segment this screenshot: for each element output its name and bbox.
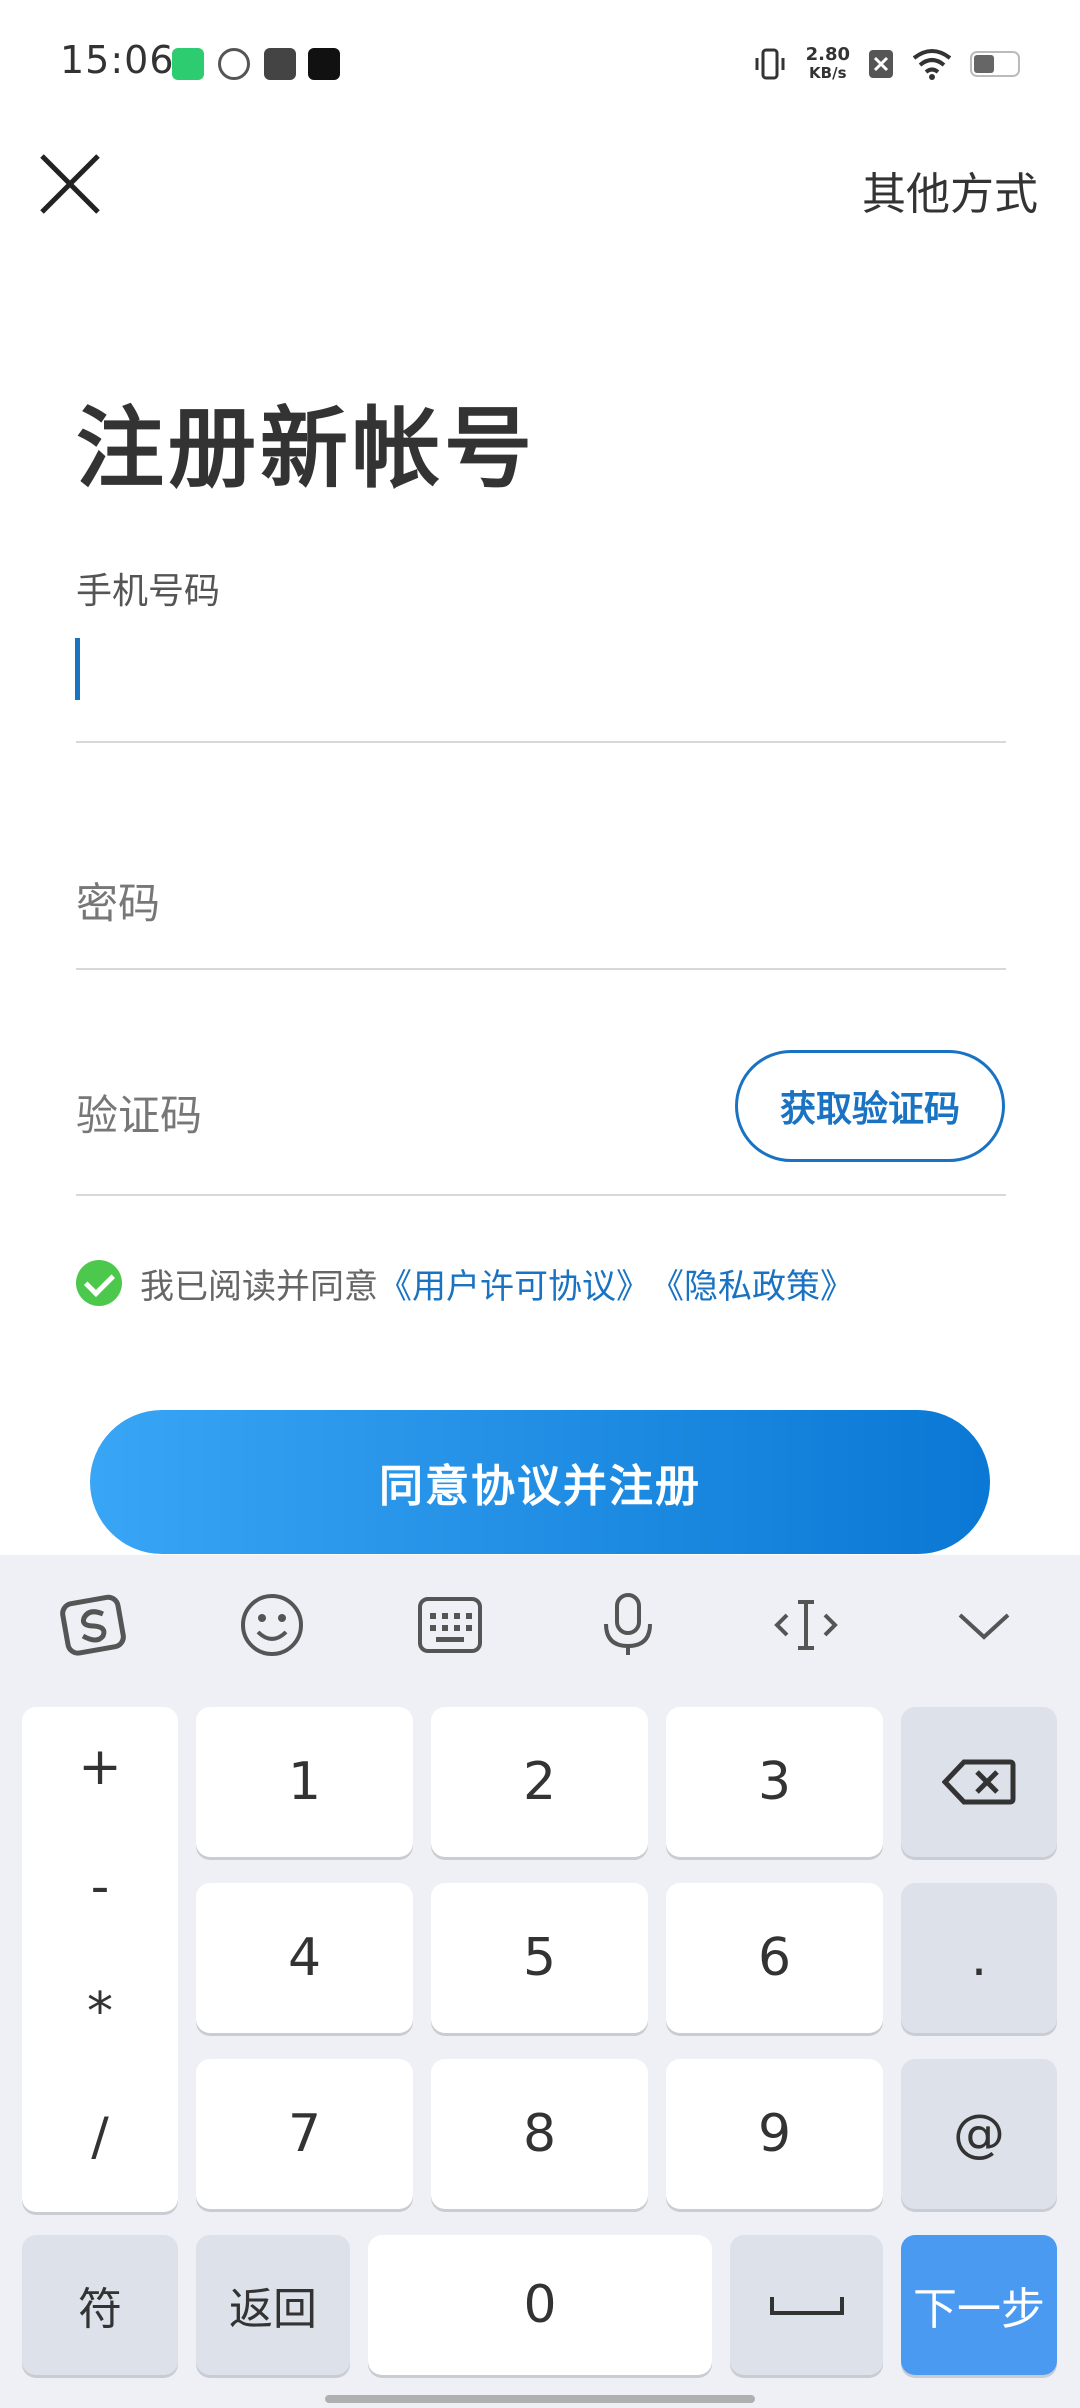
app-notification-icon-4 [308, 48, 340, 80]
sogou-logo-icon[interactable] [58, 1589, 130, 1661]
symbol-column[interactable]: + - * / [22, 1707, 178, 2212]
emoji-icon[interactable] [236, 1589, 308, 1661]
home-indicator[interactable] [325, 2395, 755, 2403]
keyboard-toolbar [0, 1555, 1080, 1695]
back-key[interactable]: 返回 [196, 2235, 350, 2375]
space-key[interactable] [730, 2235, 883, 2375]
register-button[interactable]: 同意协议并注册 [90, 1410, 990, 1554]
keyboard-icon[interactable] [414, 1589, 486, 1661]
key-0[interactable]: 0 [368, 2235, 712, 2375]
no-sim-icon [869, 50, 893, 78]
close-icon[interactable] [38, 152, 102, 216]
key-3[interactable]: 3 [666, 1707, 883, 1857]
phone-field-label: 手机号码 [76, 571, 221, 612]
key-4[interactable]: 4 [196, 1883, 413, 2033]
code-divider [76, 1194, 1006, 1196]
agreement-prefix: 我已阅读并同意 [140, 1266, 378, 1307]
text-caret [75, 638, 80, 700]
microphone-icon[interactable] [592, 1589, 664, 1661]
status-time: 15:06 [60, 38, 175, 82]
key-7[interactable]: 7 [196, 2059, 413, 2209]
collapse-keyboard-icon[interactable] [948, 1589, 1020, 1661]
app-notification-icon-2 [218, 48, 250, 80]
other-methods-link[interactable]: 其他方式 [862, 158, 1038, 222]
wifi-icon [912, 49, 952, 80]
phone-input[interactable] [76, 620, 1006, 720]
backspace-key[interactable] [901, 1707, 1057, 1857]
key-9[interactable]: 9 [666, 2059, 883, 2209]
plus-key[interactable]: + [22, 1737, 178, 1797]
network-speed: 2.80 KB/s [805, 44, 850, 83]
app-notification-icon-3 [264, 48, 296, 80]
at-key[interactable]: @ [901, 2059, 1057, 2209]
verification-code-input[interactable]: 验证码 [76, 1082, 202, 1143]
net-speed-unit: KB/s [809, 64, 847, 82]
battery-icon [970, 51, 1020, 77]
minus-key[interactable]: - [22, 1857, 178, 1917]
next-key[interactable]: 下一步 [901, 2235, 1057, 2375]
phone-divider [76, 741, 1006, 743]
get-code-button[interactable]: 获取验证码 [735, 1050, 1005, 1162]
dot-key[interactable]: . [901, 1883, 1057, 2033]
key-5[interactable]: 5 [431, 1883, 648, 2033]
agreement-row: 我已阅读并同意 《用户许可协议》 《隐私政策》 [76, 1258, 854, 1308]
license-agreement-link[interactable]: 《用户许可协议》 [378, 1259, 650, 1308]
multiply-key[interactable]: * [22, 1982, 178, 2042]
key-8[interactable]: 8 [431, 2059, 648, 2209]
vibrate-icon [755, 48, 785, 80]
net-speed-value: 2.80 [805, 44, 850, 65]
password-divider [76, 968, 1006, 970]
status-bar: 15:06 2.80 KB/s [0, 0, 1080, 125]
page-title: 注册新帐号 [76, 397, 537, 500]
key-1[interactable]: 1 [196, 1707, 413, 1857]
numeric-keyboard: + - * / 1 2 3 4 5 6 . 7 8 9 @ 符 返回 0 下一步 [0, 1555, 1080, 2408]
key-6[interactable]: 6 [666, 1883, 883, 2033]
app-notification-icon-1 [172, 48, 204, 80]
cursor-move-icon[interactable] [770, 1589, 842, 1661]
space-icon [769, 2297, 844, 2315]
key-2[interactable]: 2 [431, 1707, 648, 1857]
backspace-icon [942, 1759, 1016, 1805]
divide-key[interactable]: / [22, 2107, 178, 2167]
password-input[interactable]: 密码 [76, 870, 160, 931]
privacy-policy-link[interactable]: 《隐私政策》 [650, 1259, 854, 1308]
symbols-key[interactable]: 符 [22, 2235, 178, 2375]
checkbox-checked-icon[interactable] [76, 1260, 122, 1306]
status-right-group: 2.80 KB/s [752, 40, 1020, 88]
